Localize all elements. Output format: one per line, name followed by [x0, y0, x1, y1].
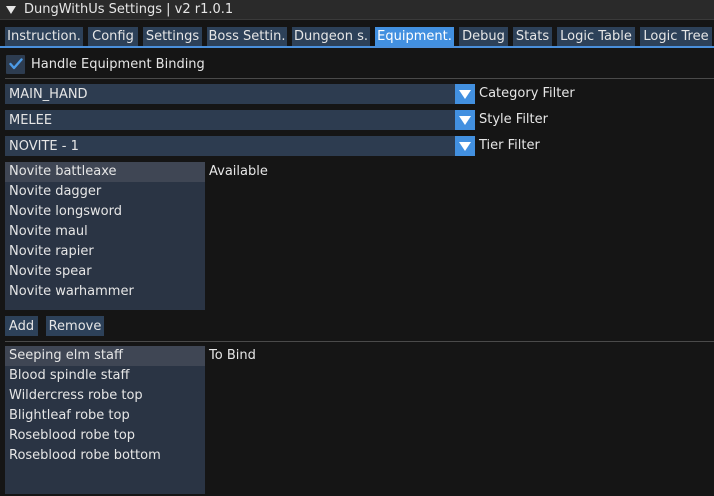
tab-bar: Instruction. Config Settings Boss Settin…	[0, 27, 714, 48]
to-bind-label: To Bind	[209, 348, 256, 363]
tab-settings[interactable]: Settings	[143, 27, 202, 46]
tier-filter-label: Tier Filter	[479, 138, 540, 153]
list-item[interactable]: Novite battleaxe	[5, 162, 205, 182]
category-dropdown-button[interactable]	[455, 84, 475, 104]
list-item[interactable]: Roseblood robe bottom	[5, 446, 205, 466]
list-item[interactable]: Novite longsword	[5, 202, 205, 222]
window-titlebar[interactable]: DungWithUs Settings | v2 r1.0.1	[0, 0, 714, 20]
dropdown-arrow-icon	[459, 141, 471, 151]
tab-dungeon-settings[interactable]: Dungeon s.	[292, 27, 370, 46]
available-label: Available	[209, 164, 268, 179]
tab-logic-tree[interactable]: Logic Tree	[640, 27, 712, 46]
handle-binding-checkbox[interactable]	[6, 54, 25, 74]
dropdown-arrow-icon	[459, 89, 471, 99]
list-item[interactable]: Wildercress robe top	[5, 386, 205, 406]
remove-button[interactable]: Remove	[46, 316, 104, 336]
list-item[interactable]: Blood spindle staff	[5, 366, 205, 386]
to-bind-listbox[interactable]: Seeping elm staff Blood spindle staff Wi…	[5, 346, 205, 494]
list-item[interactable]: Novite spear	[5, 262, 205, 282]
add-button[interactable]: Add	[5, 316, 38, 336]
tab-debug[interactable]: Debug	[459, 27, 508, 46]
list-item[interactable]: Roseblood robe top	[5, 426, 205, 446]
tier-filter-combo[interactable]: NOVITE - 1	[5, 136, 475, 156]
style-filter-label: Style Filter	[479, 112, 548, 127]
tier-filter-value: NOVITE - 1	[9, 138, 79, 154]
tier-dropdown-button[interactable]	[455, 136, 475, 156]
style-dropdown-button[interactable]	[455, 110, 475, 130]
handle-binding-row: Handle Equipment Binding	[6, 54, 205, 74]
tab-instructions[interactable]: Instruction.	[5, 27, 83, 46]
collapse-arrow-icon[interactable]	[6, 5, 16, 14]
checkmark-icon	[8, 58, 23, 70]
dropdown-arrow-icon	[459, 115, 471, 125]
list-item[interactable]: Seeping elm staff	[5, 346, 205, 366]
tab-boss-settings[interactable]: Boss Settin.	[207, 27, 287, 46]
category-filter-label: Category Filter	[479, 86, 575, 101]
divider	[5, 341, 714, 342]
style-filter-value: MELEE	[9, 112, 53, 128]
list-item[interactable]: Novite warhammer	[5, 282, 205, 302]
list-item[interactable]: Novite dagger	[5, 182, 205, 202]
tab-logic-table[interactable]: Logic Table	[557, 27, 635, 46]
list-item[interactable]: Novite maul	[5, 222, 205, 242]
style-filter-combo[interactable]: MELEE	[5, 110, 475, 130]
window-title: DungWithUs Settings | v2 r1.0.1	[24, 2, 234, 17]
category-filter-combo[interactable]: MAIN_HAND	[5, 84, 475, 104]
list-item[interactable]: Novite rapier	[5, 242, 205, 262]
handle-binding-label: Handle Equipment Binding	[31, 56, 205, 72]
available-listbox[interactable]: Novite battleaxe Novite dagger Novite lo…	[5, 162, 205, 310]
tab-stats[interactable]: Stats	[513, 27, 552, 46]
tab-config[interactable]: Config	[88, 27, 138, 46]
list-item[interactable]: Blightleaf robe top	[5, 406, 205, 426]
tab-equipment[interactable]: Equipment.	[375, 27, 454, 46]
category-filter-value: MAIN_HAND	[9, 86, 88, 102]
divider	[5, 78, 714, 79]
